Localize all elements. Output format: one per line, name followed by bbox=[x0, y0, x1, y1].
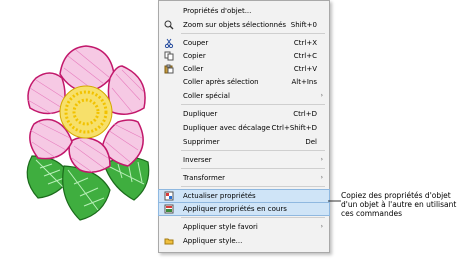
submenu-arrow-icon: › bbox=[320, 223, 323, 230]
menu-item-label: Appliquer style... bbox=[183, 237, 243, 245]
menu-item-label: Actualiser propriétés bbox=[183, 192, 256, 200]
copy-icon bbox=[162, 50, 176, 62]
center-bud bbox=[59, 85, 113, 139]
menu-separator bbox=[181, 150, 325, 151]
embroidery-flower-illustration bbox=[26, 45, 150, 221]
menu-item-shortcut: Ctrl+C bbox=[293, 52, 317, 60]
paste-icon bbox=[162, 63, 176, 75]
menu-item-label: Copier bbox=[183, 52, 206, 60]
menu-item-update-properties[interactable]: Actualiser propriétés bbox=[158, 189, 330, 203]
menu-item-label: Coller après sélection bbox=[183, 78, 259, 86]
callout-text: Copiez des propriétés d'objet d'un objet… bbox=[341, 191, 457, 218]
submenu-arrow-icon: › bbox=[320, 92, 323, 99]
menu-item-apply-current-properties[interactable]: Appliquer propriétés en cours bbox=[158, 202, 330, 216]
submenu-arrow-icon: › bbox=[320, 174, 323, 181]
menu-item-label: Coller bbox=[183, 65, 204, 73]
menu-item-label: Transformer bbox=[183, 174, 226, 182]
menu-separator bbox=[181, 104, 325, 105]
menu-item-object-properties[interactable]: Propriétés d'objet... bbox=[159, 5, 329, 17]
menu-item-label: Propriétés d'objet... bbox=[183, 7, 252, 15]
menu-item-shortcut: Alt+Ins bbox=[291, 78, 318, 86]
menu-item-shortcut: Ctrl+X bbox=[293, 39, 317, 47]
menu-item-label: Inverser bbox=[183, 156, 212, 164]
menu-separator bbox=[181, 217, 325, 218]
menu-item-shortcut: Ctrl+D bbox=[293, 110, 317, 118]
menu-item-delete[interactable]: Supprimer Del bbox=[159, 136, 329, 148]
menu-item-apply-favorite-style[interactable]: Appliquer style favori › bbox=[159, 221, 329, 233]
menu-item-duplicate-offset[interactable]: Dupliquer avec décalage Ctrl+Shift+D bbox=[159, 122, 329, 134]
context-menu: Propriétés d'objet... Zoom sur objets sé… bbox=[158, 0, 330, 253]
menu-item-label: Dupliquer bbox=[183, 110, 218, 118]
update-properties-icon bbox=[162, 190, 176, 202]
submenu-arrow-icon: › bbox=[320, 156, 323, 163]
menu-item-copy[interactable]: Copier Ctrl+C bbox=[159, 50, 329, 62]
menu-item-cut[interactable]: Couper Ctrl+X bbox=[159, 37, 329, 49]
menu-separator bbox=[181, 168, 325, 169]
zoom-icon bbox=[162, 19, 176, 31]
menu-item-shortcut: Del bbox=[305, 138, 317, 146]
menu-item-transform[interactable]: Transformer › bbox=[159, 172, 329, 184]
menu-item-apply-style[interactable]: Appliquer style... bbox=[159, 235, 329, 247]
menu-item-paste[interactable]: Coller Ctrl+V bbox=[159, 63, 329, 75]
menu-item-label: Coller spécial bbox=[183, 92, 230, 100]
menu-item-zoom-selected[interactable]: Zoom sur objets sélectionnés Shift+0 bbox=[159, 19, 329, 31]
menu-item-duplicate[interactable]: Dupliquer Ctrl+D bbox=[159, 108, 329, 120]
menu-item-paste-after-selection[interactable]: Coller après sélection Alt+Ins bbox=[159, 76, 329, 88]
menu-item-paste-special[interactable]: Coller spécial › bbox=[159, 90, 329, 102]
menu-item-label: Couper bbox=[183, 39, 209, 47]
menu-separator bbox=[181, 33, 325, 34]
menu-item-label: Dupliquer avec décalage bbox=[183, 124, 271, 132]
folder-icon bbox=[162, 235, 176, 247]
menu-item-shortcut: Ctrl+V bbox=[293, 65, 317, 73]
menu-item-shortcut: Ctrl+Shift+D bbox=[271, 124, 318, 132]
menu-item-shortcut: Shift+0 bbox=[290, 21, 317, 29]
scissors-icon bbox=[162, 37, 176, 49]
menu-item-label: Appliquer propriétés en cours bbox=[183, 205, 287, 213]
menu-item-label: Appliquer style favori bbox=[183, 223, 258, 231]
apply-properties-icon bbox=[162, 203, 176, 215]
menu-item-invert[interactable]: Inverser › bbox=[159, 154, 329, 166]
menu-item-label: Supprimer bbox=[183, 138, 220, 146]
menu-separator bbox=[181, 186, 325, 187]
menu-item-label: Zoom sur objets sélectionnés bbox=[183, 21, 287, 29]
